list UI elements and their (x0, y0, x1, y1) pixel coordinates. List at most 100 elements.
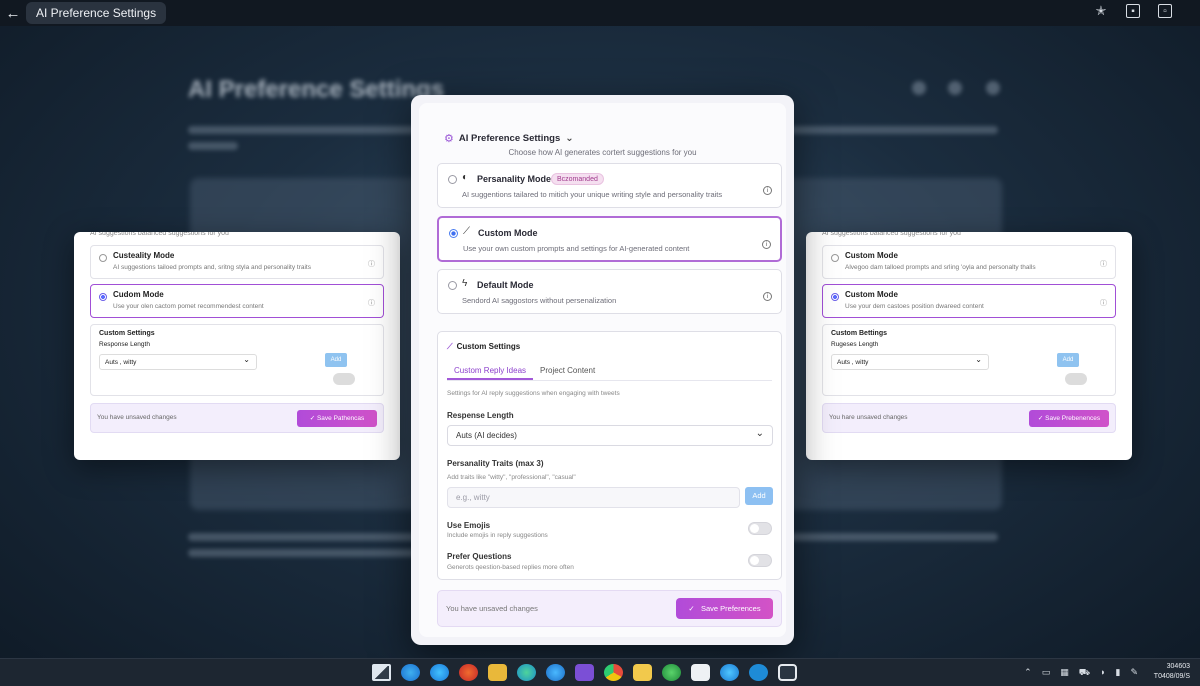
network-icon[interactable]: ▦ (1060, 667, 1069, 679)
edge-icon[interactable] (720, 664, 739, 681)
preview-save-button[interactable]: ✓ Save Pathencas (297, 410, 377, 427)
radio-icon[interactable] (448, 175, 457, 184)
screenshot-icon[interactable]: ▪ (1126, 4, 1140, 18)
dialog-title: AI Preference Settings (458, 133, 561, 144)
chevron-down-icon[interactable]: ⌄ (565, 133, 573, 144)
preview-option-custom-b[interactable]: Custom Mode Use your dem castoes positio… (822, 284, 1116, 318)
preview-card-left: AI suggestions balanced suggestions for … (74, 232, 400, 460)
preview-custom-settings: Custom Bettings Rugeses Length Auts , wi… (822, 324, 1116, 396)
response-length-select[interactable]: Auts (AI decides) ⌄ (447, 425, 773, 446)
edge-dev-icon[interactable] (517, 664, 536, 681)
backdrop-line (188, 142, 238, 150)
preview-add-button[interactable]: Add (1057, 353, 1079, 367)
browser-icon[interactable] (459, 664, 478, 681)
arrow-left-icon[interactable]: ← (2, 2, 24, 24)
radio-icon[interactable] (449, 229, 458, 238)
info-icon[interactable]: ⓘ (368, 298, 375, 308)
option-custom-mode[interactable]: ⟋ Custom Mode Use your own custom prompt… (437, 216, 782, 262)
car-icon[interactable]: ⛟ (1079, 667, 1090, 679)
backdrop-dot-icon (912, 81, 926, 95)
edge-icon[interactable] (430, 664, 449, 681)
option-default-mode[interactable]: ϟ Default Mode Sendord AI saggostors wit… (437, 269, 782, 314)
speaker-icon[interactable]: ◗ (1100, 667, 1105, 679)
edge-icon[interactable] (401, 664, 420, 681)
option-personality-mode[interactable]: ◐ Persanality Mode Bczomanded AI suggent… (437, 163, 782, 208)
windows-start-icon[interactable] (372, 664, 391, 681)
battery-icon[interactable]: ▮ (1116, 667, 1121, 679)
dialog-footer: You have unsaved changes ✓ Save Preferen… (437, 590, 782, 627)
questions-toggle[interactable] (748, 554, 772, 567)
radio-icon[interactable] (99, 254, 107, 262)
preview-option-title: Cudom Mode (113, 290, 164, 299)
preview-option-custom[interactable]: Cudom Mode Use your olen cactom pomet re… (90, 284, 384, 318)
restore-icon[interactable]: ▫ (1158, 4, 1172, 18)
info-icon[interactable]: i (763, 292, 772, 301)
backdrop-heading: AI Preference Settings (188, 76, 445, 103)
window-title-tab[interactable]: AI Preference Settings (26, 2, 167, 24)
custom-settings-header: ⟋ Custom Settings (447, 342, 520, 352)
traits-label: Persanality Traits (max 3) (447, 459, 544, 468)
app-green-icon[interactable] (662, 664, 681, 681)
info-icon[interactable]: ⓘ (1100, 259, 1107, 269)
radio-icon[interactable] (448, 281, 457, 290)
taskbar: ⌃ ▭ ▦ ⛟ ◗ ▮ ✎ 304603 T0408/09/S (0, 658, 1200, 686)
option-title: Custom Mode (478, 228, 538, 238)
info-icon[interactable]: ⓘ (1100, 298, 1107, 308)
preview-option-title: Custom Mode (845, 251, 898, 260)
preview-box-title: Custom Bettings (831, 330, 887, 337)
option-title: Default Mode (477, 280, 534, 290)
preview-option-personality[interactable]: Custeality Mode AI suggestions tailoed p… (90, 245, 384, 279)
monitor-icon[interactable]: ▭ (1042, 667, 1051, 679)
pin-icon[interactable]: ✭ (1094, 3, 1108, 18)
preview-save-button[interactable]: ✓ Save Prebenences (1029, 410, 1109, 427)
emoji-desc: Include emojis in reply suggestions (447, 532, 548, 539)
folder-icon[interactable] (488, 664, 507, 681)
brain-icon: ◐ (462, 172, 469, 183)
settings-help-text: Settings for AI reply suggestions when e… (447, 390, 620, 397)
window-title: AI Preference Settings (36, 6, 157, 20)
notepad-icon[interactable] (691, 664, 710, 681)
taskbar-clock[interactable]: 304603 T0408/09/S (1154, 662, 1190, 682)
info-icon[interactable]: i (763, 186, 772, 195)
preview-box-sub: Rugeses Length (831, 341, 879, 348)
info-icon[interactable]: ⓘ (368, 259, 375, 269)
preview-select[interactable]: Auts , witty (99, 354, 257, 370)
questions-label: Prefer Questions (447, 552, 512, 561)
traits-placeholder: e.g., witty (456, 493, 490, 502)
app-icon[interactable] (575, 664, 594, 681)
radio-icon[interactable] (99, 293, 107, 301)
tab-project-content[interactable]: Project Content (533, 361, 602, 380)
preview-box-title: Custom Settings (99, 330, 155, 337)
emoji-toggle[interactable] (748, 522, 772, 535)
preview-add-button[interactable]: Add (325, 353, 347, 367)
preview-custom-settings: Custom Settings Response Length Auts , w… (90, 324, 384, 396)
preview-option-desc: Use your olen cactom pomet recommendest … (113, 303, 264, 310)
chrome-icon[interactable] (604, 664, 623, 681)
file-explorer-icon[interactable] (633, 664, 652, 681)
recommended-badge: Bczomanded (551, 173, 604, 185)
preview-toggle[interactable] (333, 373, 355, 385)
info-icon[interactable]: i (762, 240, 771, 249)
dialog-header[interactable]: ⚙ AI Preference Settings ⌄ (444, 132, 574, 145)
widgets-icon[interactable] (778, 664, 797, 681)
preview-option-title: Custeality Mode (113, 251, 175, 260)
save-preferences-button[interactable]: ✓ Save Preferences (676, 598, 773, 619)
pen-icon[interactable]: ✎ (1130, 667, 1138, 679)
preview-toggle[interactable] (1065, 373, 1087, 385)
preview-select[interactable]: Auts , witty (831, 354, 989, 370)
radio-icon[interactable] (831, 293, 839, 301)
traits-input[interactable]: e.g., witty (447, 487, 740, 508)
preview-footer-status: You have unsaved changes (97, 414, 177, 421)
app-blue-icon[interactable] (749, 664, 768, 681)
custom-settings-title: Custom Settings (456, 342, 521, 351)
tab-custom-reply-ideas[interactable]: Custom Reply Ideas (447, 361, 534, 380)
custom-settings-panel: ⟋ Custom Settings Custom Reply Ideas Pro… (437, 331, 782, 580)
response-length-label: Respense Length (447, 411, 514, 420)
add-trait-button[interactable]: Add (745, 487, 773, 505)
chevron-down-icon: ⌄ (755, 428, 764, 439)
chevron-up-icon[interactable]: ⌃ (1024, 667, 1032, 679)
preview-option-custom-a[interactable]: Custom Mode Alvegoo dam talloed prompts … (822, 245, 1116, 279)
edge-icon[interactable] (546, 664, 565, 681)
radio-icon[interactable] (831, 254, 839, 262)
option-title: Persanality Mode (477, 174, 552, 184)
